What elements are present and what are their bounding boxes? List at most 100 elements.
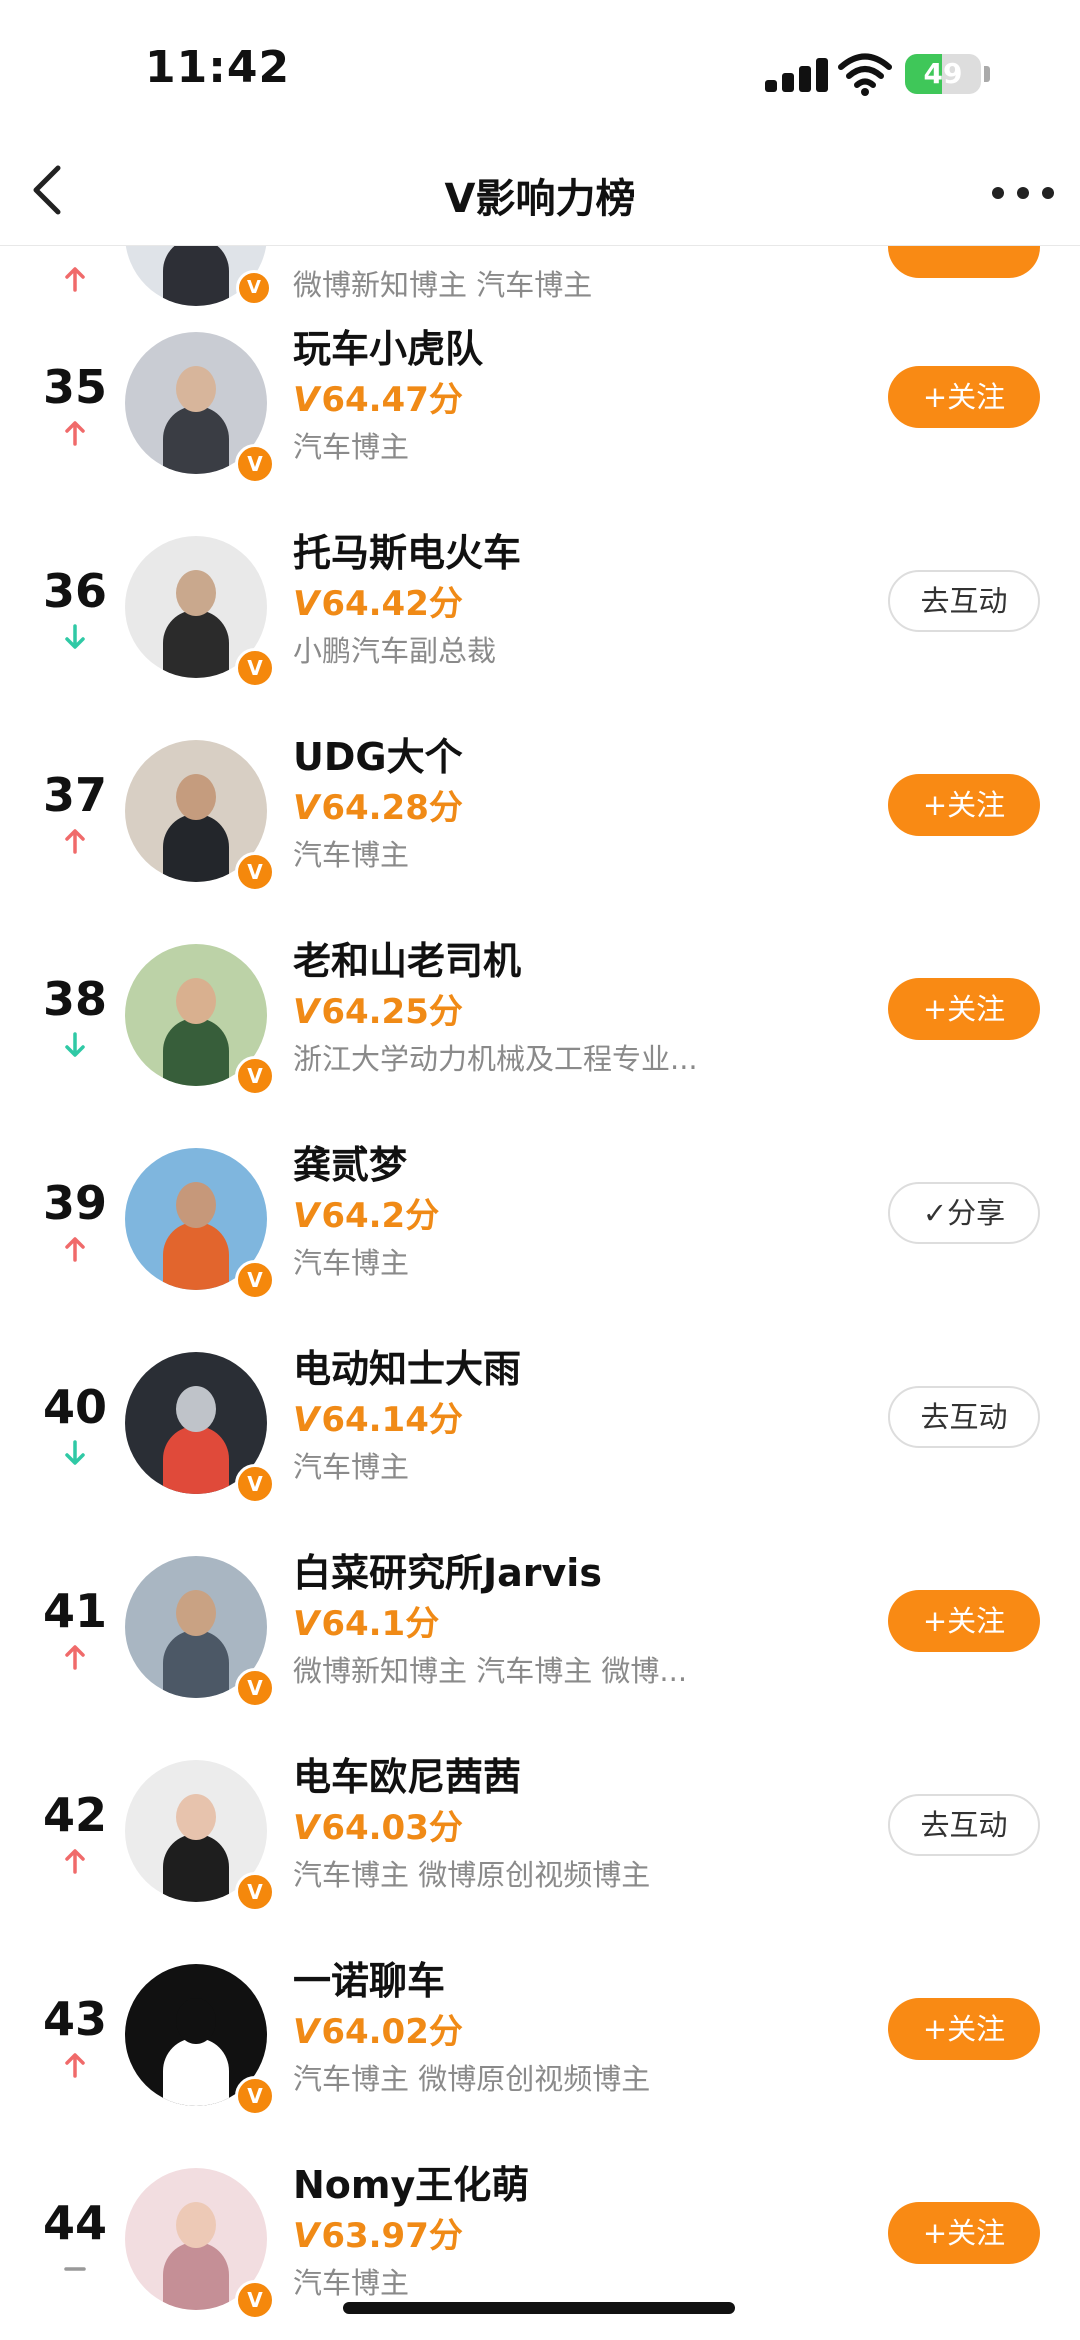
v-score-icon: V <box>293 1808 320 1848</box>
v-score-icon: V <box>293 2216 320 2256</box>
list-item[interactable]: 39 V 龚贰梦 V64.2分 汽车博主 ✓分享 <box>0 1122 1080 1326</box>
user-name[interactable]: 玩车小虎队 <box>293 318 483 373</box>
trend-down-icon <box>65 1032 85 1057</box>
action-button[interactable]: 去互动 <box>888 1794 1040 1856</box>
verified-v-icon: V <box>235 1872 275 1912</box>
user-name[interactable]: 电动知士大雨 <box>293 1338 521 1393</box>
rank-number: 37 <box>42 768 107 822</box>
avatar[interactable]: V <box>125 1760 275 1912</box>
user-desc: 微博新知博主 汽车博主 微博... <box>293 1654 688 1688</box>
user-desc: 汽车博主 <box>293 838 410 872</box>
verified-v-icon: V <box>235 852 275 892</box>
user-desc: 浙江大学动力机械及工程专业... <box>293 1042 698 1076</box>
influence-score: V64.28分 <box>293 780 463 829</box>
avatar[interactable]: V <box>125 2168 275 2320</box>
trend-same-icon <box>64 2267 86 2271</box>
score-value: 64.42分 <box>321 584 463 624</box>
wifi-icon <box>838 52 892 96</box>
trend-up-icon <box>65 1849 85 1874</box>
verified-v-icon: V <box>235 2280 275 2320</box>
battery-icon: 49 <box>905 54 981 94</box>
follow-button[interactable]: +关注 <box>888 366 1040 428</box>
user-name[interactable]: 龚贰梦 <box>293 1134 407 1189</box>
trend-up-icon <box>65 421 85 446</box>
follow-button[interactable]: +关注 <box>888 1590 1040 1652</box>
signal-icon <box>765 58 829 92</box>
user-name[interactable]: UDG大个 <box>293 726 463 781</box>
score-value: 64.28分 <box>321 788 463 828</box>
list-item[interactable]: 42 V 电车欧尼茜茜 V64.03分 汽车博主 微博原创视频博主 去互动 <box>0 1734 1080 1938</box>
score-value: 64.25分 <box>321 992 463 1032</box>
score-value: 64.03分 <box>321 1808 463 1848</box>
user-desc: 汽车博主 <box>293 430 410 464</box>
rank-number: 39 <box>42 1176 107 1230</box>
follow-button[interactable]: +关注 <box>888 978 1040 1040</box>
avatar[interactable]: V <box>125 740 275 892</box>
verified-v-icon: V <box>235 2076 275 2116</box>
user-name[interactable]: 一诺聊车 <box>293 1950 445 2005</box>
influence-score: V64.47分 <box>293 372 463 421</box>
user-desc: 汽车博主 <box>293 1246 410 1280</box>
avatar[interactable]: V <box>125 1148 275 1300</box>
avatar[interactable]: V <box>125 1352 275 1504</box>
influence-score: V64.03分 <box>293 1800 463 1849</box>
verified-v-icon: V <box>235 1056 275 1096</box>
rank-number: 40 <box>42 1380 107 1434</box>
follow-button[interactable]: +关注 <box>888 774 1040 836</box>
avatar[interactable]: V <box>125 1964 275 2116</box>
user-name[interactable]: 托马斯电火车 <box>293 522 521 577</box>
influence-score: V64.25分 <box>293 984 463 1033</box>
v-score-icon: V <box>293 788 320 828</box>
v-score-icon: V <box>293 1196 320 1236</box>
list-item[interactable]: 38 V 老和山老司机 V64.25分 浙江大学动力机械及工程专业... +关注 <box>0 918 1080 1122</box>
user-desc: 汽车博主 微博原创视频博主 <box>293 2062 651 2096</box>
v-score-icon: V <box>293 380 320 420</box>
influence-score: V64.14分 <box>293 1392 463 1441</box>
verified-v-icon: V <box>235 648 275 688</box>
page-title: V影响力榜 <box>444 176 636 222</box>
user-name[interactable]: 老和山老司机 <box>293 930 521 985</box>
action-button[interactable]: 去互动 <box>888 570 1040 632</box>
user-name[interactable]: 电车欧尼茜茜 <box>293 1746 521 1801</box>
rank-number: 43 <box>42 1992 107 2046</box>
status-time: 11:42 <box>145 42 291 93</box>
user-name[interactable]: 白菜研究所Jarvis <box>293 1542 602 1597</box>
v-score-icon: V <box>293 992 320 1032</box>
list-item[interactable]: 41 V 白菜研究所Jarvis V64.1分 微博新知博主 汽车博主 微博..… <box>0 1530 1080 1734</box>
score-value: 64.47分 <box>321 380 463 420</box>
user-desc: 汽车博主 <box>293 1450 410 1484</box>
rank-number: 35 <box>42 360 107 414</box>
avatar[interactable]: V <box>125 332 275 484</box>
influence-score: V63.97分 <box>293 2208 463 2257</box>
trend-down-icon <box>65 1440 85 1465</box>
v-score-icon: V <box>293 584 320 624</box>
list-item[interactable]: 35 V 玩车小虎队 V64.47分 汽车博主 +关注 <box>0 306 1080 510</box>
avatar[interactable]: V <box>125 536 275 688</box>
user-desc: 小鹏汽车副总裁 <box>293 634 497 668</box>
follow-button[interactable]: +关注 <box>888 2202 1040 2264</box>
status-bar: 11:42 49 <box>0 0 1080 140</box>
action-button[interactable]: 去互动 <box>888 1386 1040 1448</box>
influence-score: V64.2分 <box>293 1188 439 1237</box>
user-desc: 汽车博主 <box>293 2266 410 2300</box>
verified-v-icon: V <box>235 1668 275 1708</box>
score-value: 64.14分 <box>321 1400 463 1440</box>
list-item[interactable]: 36 V 托马斯电火车 V64.42分 小鹏汽车副总裁 去互动 <box>0 510 1080 714</box>
score-value: 64.1分 <box>321 1604 440 1644</box>
v-score-icon: V <box>293 1400 320 1440</box>
user-name[interactable]: Nomy王化萌 <box>293 2154 529 2209</box>
list-item[interactable]: 40 V 电动知士大雨 V64.14分 汽车博主 去互动 <box>0 1326 1080 1530</box>
influence-score: V64.02分 <box>293 2004 463 2053</box>
avatar[interactable]: V <box>125 1556 275 1708</box>
list-item[interactable]: 43 V 一诺聊车 V64.02分 汽车博主 微博原创视频博主 +关注 <box>0 1938 1080 2142</box>
verified-v-icon: V <box>235 1464 275 1504</box>
more-button[interactable] <box>988 162 1058 218</box>
list-item[interactable]: 37 V UDG大个 V64.28分 汽车博主 +关注 <box>0 714 1080 918</box>
battery-level: 49 <box>923 57 963 90</box>
influence-score: V64.42分 <box>293 576 463 625</box>
trend-up-icon <box>65 1237 85 1262</box>
influence-score: V64.1分 <box>293 1596 439 1645</box>
follow-button[interactable]: +关注 <box>888 1998 1040 2060</box>
action-button[interactable]: ✓分享 <box>888 1182 1040 1244</box>
avatar[interactable]: V <box>125 944 275 1096</box>
